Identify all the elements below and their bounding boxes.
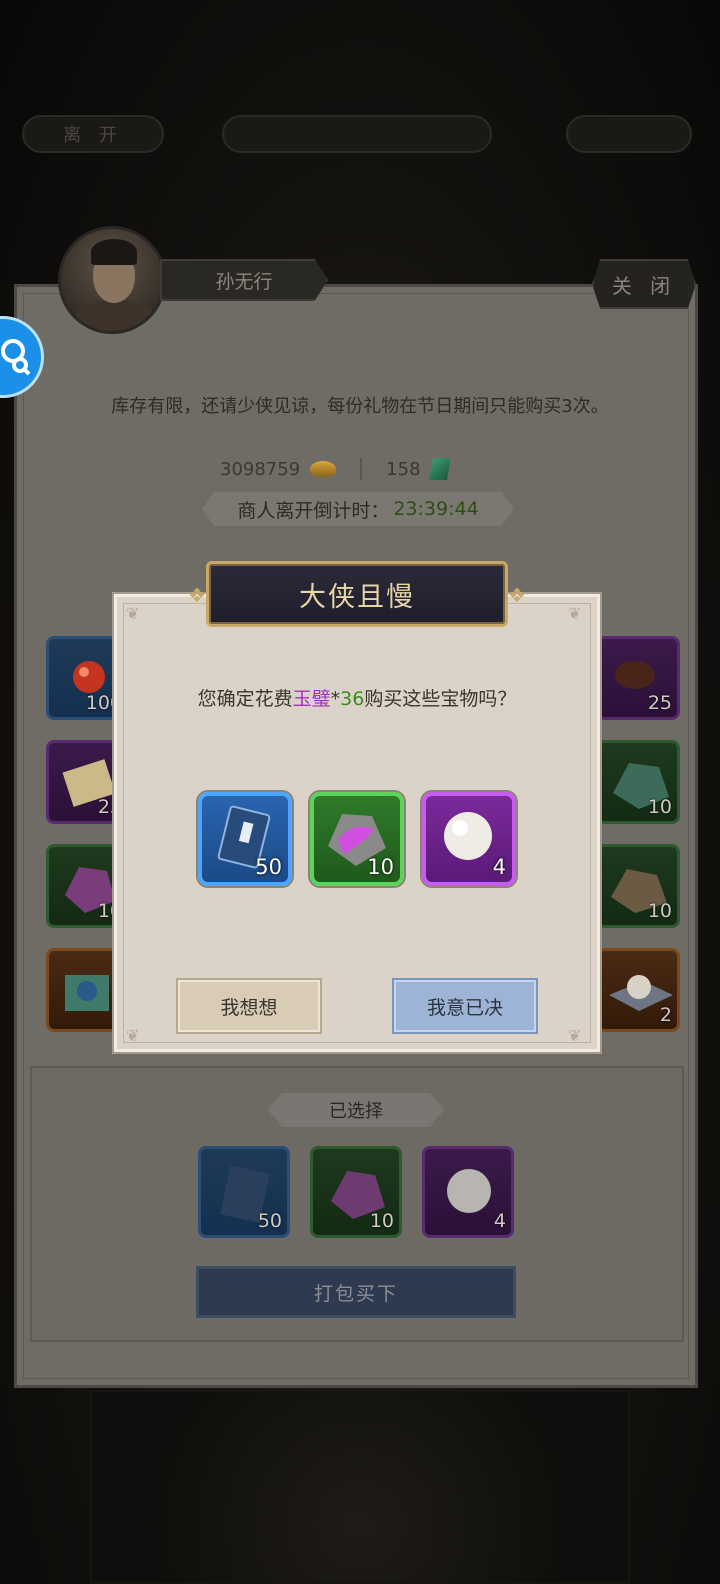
selected-title: 已选择 <box>268 1093 444 1127</box>
timer-value: 23:39:44 <box>393 498 479 520</box>
search-icon <box>1 339 31 376</box>
buy-bundle-button[interactable]: 打包买下 <box>196 1266 516 1318</box>
selected-item[interactable]: 10 <box>310 1146 402 1238</box>
dialog-corner-ornament: ❦ <box>568 604 582 623</box>
gold-amount: 3098759 <box>220 458 301 480</box>
dialog-item: 4 <box>422 792 516 886</box>
merchant-avatar <box>58 226 166 334</box>
shop-item[interactable]: 2 <box>596 948 680 1032</box>
shop-item[interactable]: 25 <box>596 636 680 720</box>
dialog-title: 大侠且慢 <box>206 561 508 627</box>
timer-label: 商人离开倒计时： <box>237 499 390 522</box>
selected-item[interactable]: 50 <box>198 1146 290 1238</box>
currency-name: 玉璧 <box>292 688 331 710</box>
gold-ingot-icon <box>310 461 337 477</box>
shop-item[interactable]: 10 <box>596 844 680 928</box>
currency-display: 3098759 158 <box>220 458 451 480</box>
confirm-message: 您确定花费玉璧*36购买这些宝物吗？ <box>197 688 517 710</box>
shop-item[interactable]: 10 <box>596 740 680 824</box>
title-flourish: ❖ <box>508 583 526 607</box>
dialog-item: 50 <box>198 792 292 886</box>
selected-item[interactable]: 4 <box>422 1146 514 1238</box>
jade-amount: 158 <box>386 458 421 480</box>
cost-amount: 36 <box>340 688 365 710</box>
dialog-corner-ornament: ❦ <box>126 1026 140 1045</box>
stock-notice: 库存有限，还请少侠见谅，每份礼物在节日期间只能购买3次。 <box>111 396 609 417</box>
jade-icon <box>428 458 451 480</box>
dialog-item: 10 <box>310 792 404 886</box>
dialog-corner-ornament: ❦ <box>126 604 140 623</box>
title-flourish: ❖ <box>188 583 206 607</box>
merchant-timer: 商人离开倒计时： 23:39:44 <box>202 492 514 526</box>
close-button[interactable]: 关 闭 <box>592 259 696 309</box>
confirm-button[interactable]: 我意已决 <box>392 978 538 1034</box>
top-center-bar <box>222 115 492 153</box>
background-ornament <box>90 1390 630 1584</box>
top-right-button[interactable] <box>566 115 692 153</box>
dialog-corner-ornament: ❦ <box>568 1026 582 1045</box>
cancel-button[interactable]: 我想想 <box>176 978 322 1034</box>
merchant-name: 孙无行 <box>160 259 328 301</box>
divider <box>360 458 363 480</box>
leave-button[interactable]: 离 开 <box>22 115 164 153</box>
